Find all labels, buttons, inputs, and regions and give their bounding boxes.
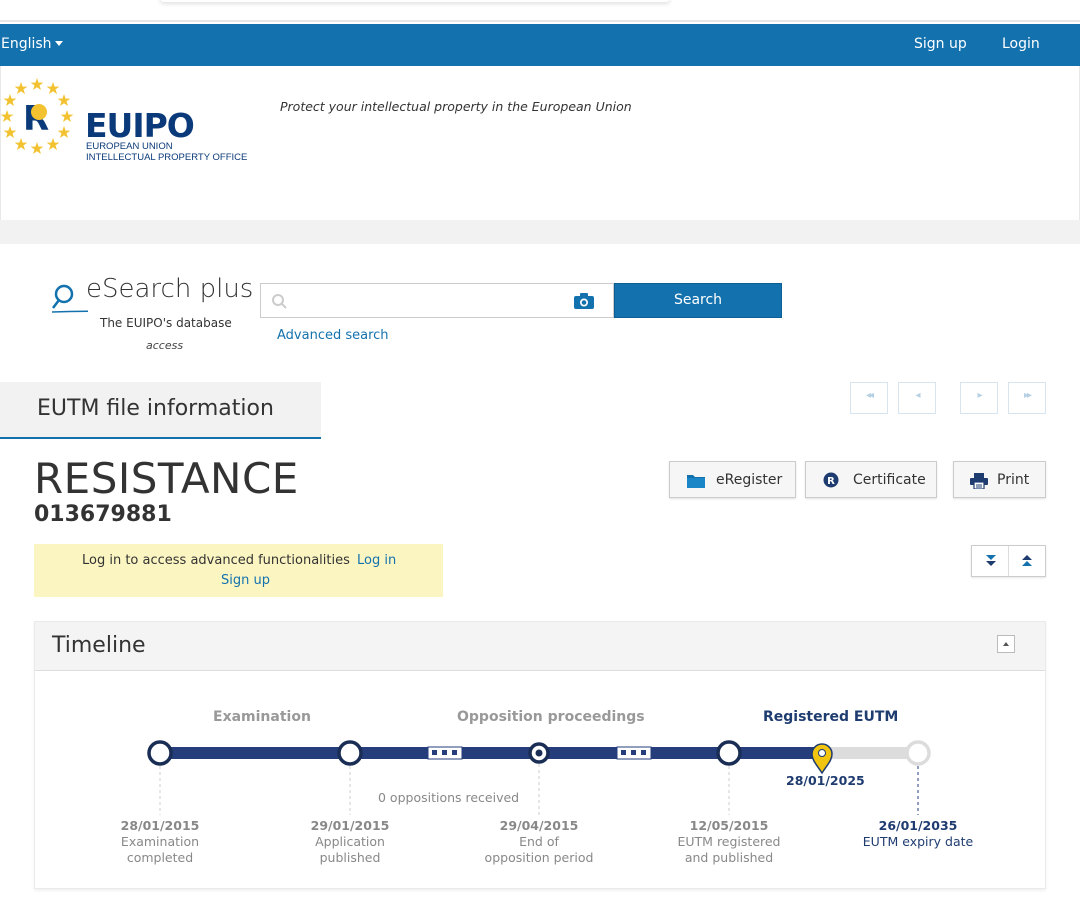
double-chevron-up-icon [1022,555,1032,566]
first-page-button[interactable]: ◂◂ [850,382,888,414]
milestone-desc: opposition period [484,850,594,865]
logo-line1: EUROPEAN UNION [86,141,173,152]
phase-opposition: Opposition proceedings [457,709,645,725]
eu-stars-logo-icon: R [1,78,74,154]
folder-icon [687,475,705,488]
milestone-desc: published [319,850,381,865]
milestone-date: 12/05/2015 [689,818,769,833]
registered-r-icon: R [823,472,839,488]
milestone-eutm-expiry: 26/01/2035 EUTM expiry date [838,818,998,850]
esearch-title: eSearch plus [86,274,254,304]
caret-down-icon [54,40,63,46]
timeline-track [147,740,931,815]
current-date: 28/01/2025 [786,773,865,788]
camera-icon[interactable] [573,292,595,310]
search-input[interactable] [291,285,571,316]
logo-ipo: IPO [132,106,195,145]
language-selector[interactable]: English [1,36,63,52]
logo-wordmark: EUIPO [85,106,195,145]
timeline-future-segment [821,747,918,759]
phase-examination: Examination [213,709,311,725]
milestone-desc: Application [315,834,385,849]
timeline-header: Timeline [35,622,1045,671]
expand-all-button[interactable] [972,546,1009,576]
trademark-name: RESISTANCE [34,454,299,503]
left-icon: ◂ [915,390,920,401]
print-button[interactable]: Print [953,461,1046,498]
milestone-date: 28/01/2015 [120,818,200,833]
milestone-date: 29/01/2015 [310,818,390,833]
login-notice: Log in to access advanced functionalitie… [34,544,443,597]
collapse-all-button[interactable] [1009,546,1046,576]
notice-login-link[interactable]: Log in [357,553,396,568]
language-label: English [1,36,52,52]
timeline-title: Timeline [52,633,146,658]
top-strip [0,0,1080,22]
milestone-desc: Examination [120,834,200,849]
certificate-button[interactable]: R Certificate [805,461,937,498]
right-icon: ▸ [977,390,982,401]
opposition-count: 0 oppositions received [378,790,520,805]
milestone-application-published: 29/01/2015 Application published [270,818,430,866]
top-ghost-bar [160,0,670,2]
milestone-desc: completed [126,850,194,865]
next-page-button[interactable]: ▸ [960,382,998,414]
expand-collapse-group [971,545,1046,577]
milestone-date: 29/04/2015 [499,818,579,833]
print-label: Print [997,472,1030,488]
milestone-desc: and published [684,850,774,865]
header-tagline: Protect your intellectual property in th… [280,99,632,114]
site-header: R EUIPO EUROPEAN UNION INTELLECTUAL PROP… [0,66,1080,220]
signup-link[interactable]: Sign up [914,36,967,52]
notice-signup-link[interactable]: Sign up [221,573,270,588]
current-position-pin-icon [811,743,833,775]
double-right-icon: ▸▸ [1023,390,1032,401]
advanced-search-link[interactable]: Advanced search [277,328,389,343]
login-link[interactable]: Login [1002,36,1040,52]
milestone-eutm-registered: 12/05/2015 EUTM registered and published [649,818,809,866]
double-left-icon: ◂◂ [865,390,874,401]
notice-text: Log in to access advanced functionalitie… [82,553,350,568]
phase-registered: Registered EUTM [763,709,899,725]
printer-icon [970,473,988,489]
milestone-end-of-opposition: 29/04/2015 End of opposition period [459,818,619,866]
milestone-node-future [905,740,931,766]
milestone-node [337,740,363,766]
tab-label: EUTM file information [37,396,274,421]
milestone-node [147,740,173,766]
euipo-logo[interactable]: R EUIPO EUROPEAN UNION INTELLECTUAL PROP… [1,78,271,163]
milestone-desc: EUTM registered [677,834,781,849]
logo-line2: INTELLECTUAL PROPERTY OFFICE [86,152,248,163]
eregister-label: eRegister [716,472,783,488]
milestone-node [716,740,742,766]
eregister-button[interactable]: eRegister [669,461,796,498]
esearch-subtitle: The EUIPO's database [100,316,232,330]
search-icon [272,294,287,309]
milestone-date: 26/01/2035 [878,818,958,833]
esearch-subtitle-access: access [146,339,184,352]
milestone-desc: EUTM expiry date [862,834,974,849]
previous-page-button[interactable]: ◂ [898,382,936,414]
svg-text:R: R [827,476,835,487]
certificate-label: Certificate [853,472,926,488]
last-page-button[interactable]: ▸▸ [1008,382,1046,414]
separator-band [0,220,1080,244]
double-chevron-down-icon [986,555,996,566]
search-box [260,283,614,318]
esearch-magnifier-icon [52,284,88,313]
logo-eu: EU [85,106,133,145]
timeline-collapse-button[interactable] [997,635,1015,653]
milestone-desc: End of [519,834,559,849]
tab-eutm-file-information[interactable]: EUTM file information [0,382,321,439]
trademark-number: 013679881 [34,502,172,527]
milestone-examination-completed: 28/01/2015 Examination completed [80,818,240,866]
search-button[interactable]: Search [614,283,782,318]
timeline-segment [160,747,428,759]
top-navbar: English Sign up Login [0,24,1080,66]
